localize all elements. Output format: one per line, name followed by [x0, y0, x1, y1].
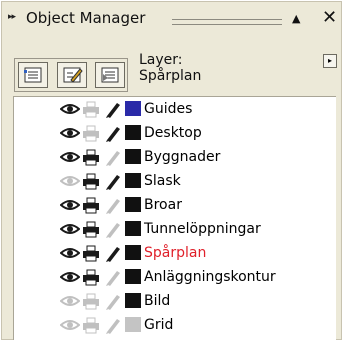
visibility-eye-icon[interactable]	[60, 151, 80, 163]
layer-color-swatch[interactable]	[125, 293, 141, 308]
visibility-eye-icon[interactable]	[60, 271, 80, 283]
layer-row[interactable]: Broar	[14, 194, 336, 217]
layer-color-swatch[interactable]	[125, 221, 141, 236]
layer-color-swatch[interactable]	[125, 269, 141, 284]
layer-row[interactable]: Desktop	[14, 122, 336, 145]
layer-name[interactable]: Spårplan	[144, 245, 206, 261]
printer-icon[interactable]	[82, 221, 100, 238]
printer-icon[interactable]	[82, 317, 100, 334]
layer-name[interactable]: Byggnader	[144, 149, 220, 165]
printer-icon[interactable]	[82, 245, 100, 262]
layer-manager-view-icon	[101, 67, 119, 83]
layer-row[interactable]: Bild	[14, 290, 336, 313]
visibility-eye-icon[interactable]	[60, 103, 80, 115]
close-icon[interactable]: ✕	[322, 7, 337, 28]
edit-across-layers-button[interactable]	[57, 62, 87, 88]
layer-manager-view-button[interactable]	[95, 62, 125, 88]
current-layer-name: Spårplan	[139, 68, 202, 84]
pencil-icon[interactable]	[105, 269, 121, 286]
printer-icon[interactable]	[82, 101, 100, 118]
layer-name[interactable]: Guides	[144, 101, 192, 117]
panel-title: Object Manager	[26, 9, 146, 27]
object-manager-panel: ▸▸ Object Manager ▲ ✕ Layer: Spårplan ▸ …	[1, 1, 342, 340]
pencil-icon[interactable]	[105, 317, 121, 334]
layer-row[interactable]: Tunnelöppningar	[14, 218, 336, 241]
pencil-icon[interactable]	[105, 293, 121, 310]
printer-icon[interactable]	[82, 269, 100, 286]
layer-color-swatch[interactable]	[125, 317, 141, 332]
layer-row[interactable]: Guides	[14, 98, 336, 121]
visibility-eye-icon[interactable]	[60, 199, 80, 211]
layer-row[interactable]: Grid	[14, 314, 336, 337]
title-drag-rule[interactable]	[172, 19, 282, 25]
pencil-icon[interactable]	[105, 197, 121, 214]
collapse-icon[interactable]: ▲	[292, 12, 300, 25]
layer-name[interactable]: Slask	[144, 173, 181, 189]
layer-name[interactable]: Tunnelöppningar	[144, 221, 261, 237]
layer-name[interactable]: Bild	[144, 293, 170, 309]
object-manager-toolbar	[14, 58, 128, 92]
layer-color-swatch[interactable]	[125, 125, 141, 140]
layer-color-swatch[interactable]	[125, 245, 141, 260]
visibility-eye-icon[interactable]	[60, 175, 80, 187]
pencil-icon[interactable]	[105, 245, 121, 262]
layer-row[interactable]: Anläggningskontur	[14, 266, 336, 289]
printer-icon[interactable]	[82, 197, 100, 214]
layer-name[interactable]: Anläggningskontur	[144, 269, 276, 285]
edit-across-layers-icon	[63, 67, 83, 83]
visibility-eye-icon[interactable]	[60, 127, 80, 139]
show-object-properties-button[interactable]	[18, 62, 48, 88]
layer-name[interactable]: Desktop	[144, 125, 202, 141]
layer-row[interactable]: Spårplan	[14, 242, 336, 265]
docker-title-bar[interactable]: ▸▸ Object Manager ▲ ✕	[2, 2, 341, 36]
pencil-icon[interactable]	[105, 149, 121, 166]
visibility-eye-icon[interactable]	[60, 223, 80, 235]
visibility-eye-icon[interactable]	[60, 247, 80, 259]
printer-icon[interactable]	[82, 293, 100, 310]
layer-name[interactable]: Broar	[144, 197, 182, 213]
pencil-icon[interactable]	[105, 101, 121, 118]
printer-icon[interactable]	[82, 149, 100, 166]
pencil-icon[interactable]	[105, 173, 121, 190]
pencil-icon[interactable]	[105, 125, 121, 142]
docker-grip-icon[interactable]: ▸▸	[8, 12, 16, 22]
layer-name[interactable]: Grid	[144, 317, 173, 333]
layer-color-swatch[interactable]	[125, 149, 141, 164]
printer-icon[interactable]	[82, 173, 100, 190]
layer-row[interactable]: Byggnader	[14, 146, 336, 169]
layer-list: Guides Desktop Byggnader Slask Broar Tunnelöp…	[13, 96, 336, 340]
flyout-menu-icon[interactable]: ▸	[323, 54, 337, 68]
current-layer-label: Layer: Spårplan	[139, 52, 201, 84]
layer-color-swatch[interactable]	[125, 173, 141, 188]
pencil-icon[interactable]	[105, 221, 121, 238]
visibility-eye-icon[interactable]	[60, 295, 80, 307]
visibility-eye-icon[interactable]	[60, 319, 80, 331]
layer-color-swatch[interactable]	[125, 101, 141, 116]
layer-color-swatch[interactable]	[125, 197, 141, 212]
layer-row[interactable]: Slask	[14, 170, 336, 193]
show-object-properties-icon	[24, 67, 42, 83]
printer-icon[interactable]	[82, 125, 100, 142]
layer-label-caption: Layer:	[139, 52, 183, 68]
